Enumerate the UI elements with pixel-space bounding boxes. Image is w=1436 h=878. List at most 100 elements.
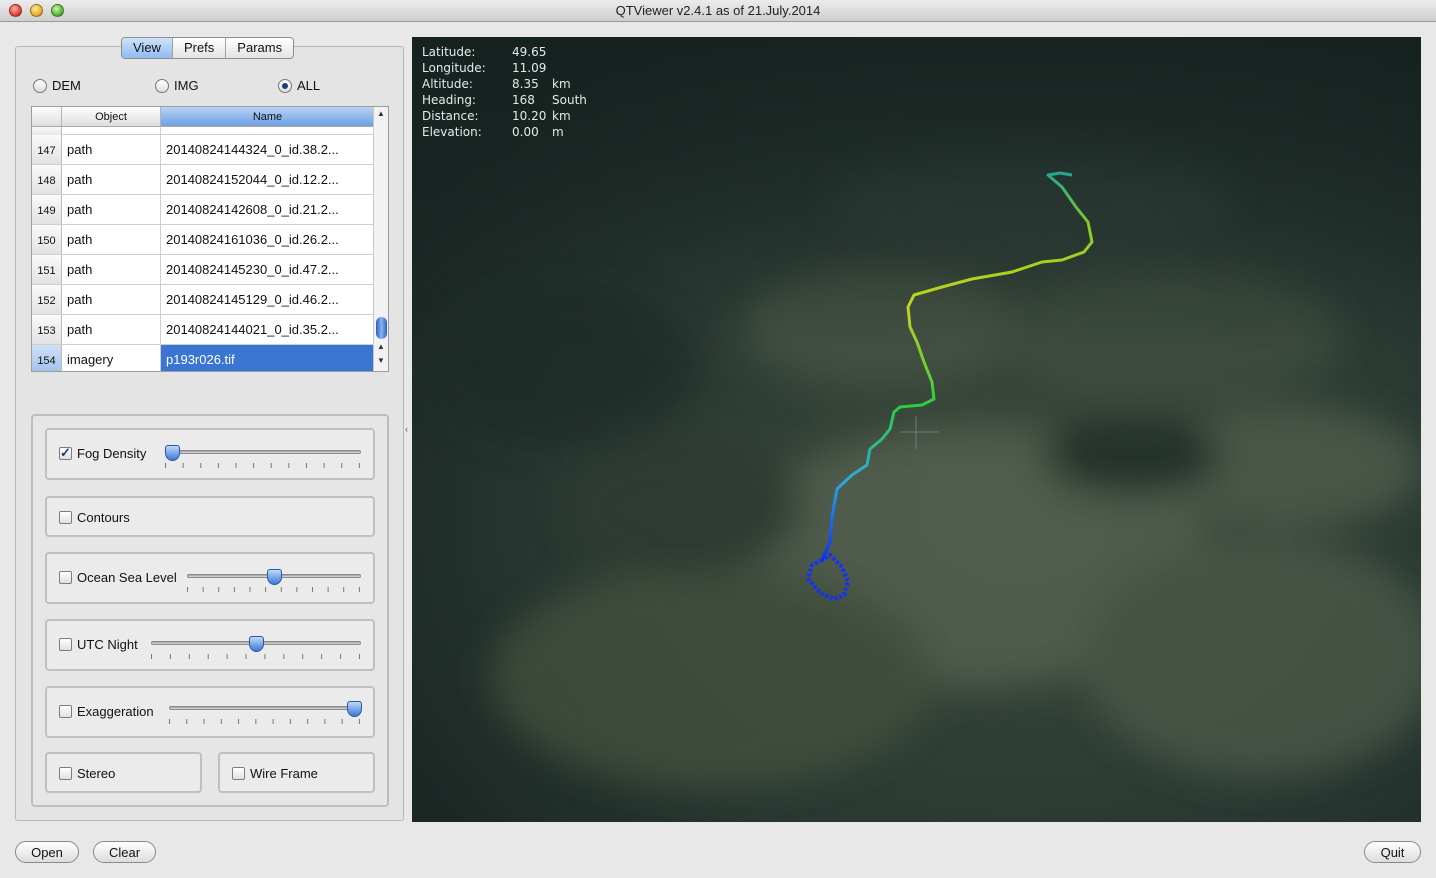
- open-button[interactable]: Open: [15, 841, 79, 863]
- utc-night-check[interactable]: [59, 638, 72, 651]
- radio-all[interactable]: ALL: [278, 78, 320, 93]
- row-number: 152: [32, 285, 62, 314]
- radio-img-label: IMG: [174, 78, 199, 93]
- scroll-up-arrow-icon[interactable]: ▲: [377, 109, 385, 118]
- table-row[interactable]: 150 path 20140824161036_0_id.26.2...: [32, 225, 374, 255]
- row-object: path: [62, 255, 161, 284]
- hud-longitude: Longitude: 11.09: [422, 60, 587, 76]
- row-name: p193r026.tif: [161, 345, 374, 371]
- utc-night-slider-knob[interactable]: [249, 636, 264, 652]
- clear-button[interactable]: Clear: [93, 841, 156, 863]
- header-name[interactable]: Name: [161, 107, 374, 126]
- altitude-label: Altitude:: [422, 77, 473, 91]
- header-row-number: [32, 107, 62, 126]
- fog-density-box: Fog Density: [45, 428, 375, 480]
- row-number: 149: [32, 195, 62, 224]
- fog-density-slider-knob[interactable]: [165, 445, 180, 461]
- radio-dem-button[interactable]: [33, 78, 47, 93]
- utc-night-slider[interactable]: [151, 636, 361, 659]
- row-number: 148: [32, 165, 62, 194]
- exaggeration-box: Exaggeration: [45, 686, 375, 738]
- distance-label: Distance:: [422, 109, 479, 123]
- row-name: 20140824144021_0_id.35.2...: [166, 322, 339, 337]
- ocean-sea-level-checkbox[interactable]: Ocean Sea Level: [59, 570, 177, 585]
- scroll-down-arrow-icon[interactable]: ▼: [377, 356, 385, 365]
- distance-unit: km: [552, 109, 571, 123]
- hud-altitude: Altitude: 8.35 km: [422, 76, 587, 92]
- table-row-selected[interactable]: 154 imagery p193r026.tif: [32, 345, 374, 371]
- contours-checkbox[interactable]: Contours: [59, 510, 130, 525]
- radio-img-button[interactable]: [155, 78, 169, 93]
- table-row[interactable]: 148 path 20140824152044_0_id.12.2...: [32, 165, 374, 195]
- scroll-up-arrow-icon-lower[interactable]: ▲: [377, 342, 385, 351]
- table-scrollbar[interactable]: ▲ ▲ ▼: [373, 107, 388, 371]
- position-readout: Latitude: 49.65 Longitude: 11.09 Altitud…: [422, 44, 587, 140]
- hud-latitude: Latitude: 49.65: [422, 44, 587, 60]
- exaggeration-label: Exaggeration: [77, 704, 154, 719]
- header-object[interactable]: Object: [62, 107, 161, 126]
- distance-value: 10.20: [512, 109, 547, 123]
- heading-label: Heading:: [422, 93, 476, 107]
- ocean-sea-level-check[interactable]: [59, 571, 72, 584]
- splitter-handle-icon[interactable]: ‹: [405, 424, 408, 434]
- longitude-value: 11.09: [512, 61, 547, 75]
- scrollbar-thumb[interactable]: [376, 317, 387, 339]
- row-object: path: [62, 165, 161, 194]
- utc-night-checkbox[interactable]: UTC Night: [59, 637, 138, 652]
- hud-heading: Heading: 168 South: [422, 92, 587, 108]
- exaggeration-slider[interactable]: [169, 701, 362, 724]
- radio-dem[interactable]: DEM: [33, 78, 81, 93]
- stereo-checkbox[interactable]: Stereo: [59, 766, 115, 781]
- render-controls-group: Fog Density Contours Ocean Sea Level UTC…: [31, 414, 389, 807]
- wire-frame-checkbox[interactable]: Wire Frame: [232, 766, 318, 781]
- heading-unit: South: [552, 93, 587, 107]
- exaggeration-slider-knob[interactable]: [347, 701, 362, 717]
- radio-dem-label: DEM: [52, 78, 81, 93]
- row-number: 154: [32, 345, 62, 371]
- row-name: 20140824145230_0_id.47.2...: [166, 262, 339, 277]
- contours-label: Contours: [77, 510, 130, 525]
- table-body: 147 path 20140824144324_0_id.38.2... 148 pa…: [32, 127, 374, 371]
- radio-all-label: ALL: [297, 78, 321, 93]
- ocean-sea-level-box: Ocean Sea Level: [45, 552, 375, 604]
- elevation-unit: m: [552, 125, 564, 139]
- tab-prefs[interactable]: Prefs: [173, 38, 227, 58]
- exaggeration-checkbox[interactable]: Exaggeration: [59, 704, 154, 719]
- tab-params[interactable]: Params: [226, 38, 293, 58]
- row-name: 20140824144324_0_id.38.2...: [166, 142, 339, 157]
- window-title: QTViewer v2.4.1 as of 21.July.2014: [615, 3, 821, 18]
- tab-view[interactable]: View: [122, 38, 173, 58]
- fog-density-checkbox[interactable]: Fog Density: [59, 445, 147, 461]
- latitude-label: Latitude:: [422, 45, 476, 59]
- ocean-sea-level-slider-knob[interactable]: [267, 569, 282, 585]
- row-number: 150: [32, 225, 62, 254]
- fog-density-check[interactable]: [59, 445, 72, 461]
- table-row[interactable]: 147 path 20140824144324_0_id.38.2...: [32, 135, 374, 165]
- exaggeration-check[interactable]: [59, 705, 72, 718]
- wire-frame-check[interactable]: [232, 767, 245, 780]
- table-row[interactable]: 151 path 20140824145230_0_id.47.2...: [32, 255, 374, 285]
- elevation-value: 0.00: [512, 125, 539, 139]
- table-row[interactable]: 149 path 20140824142608_0_id.21.2...: [32, 195, 374, 225]
- elevation-label: Elevation:: [422, 125, 482, 139]
- row-number: 151: [32, 255, 62, 284]
- fog-density-slider[interactable]: [165, 445, 361, 468]
- table-row[interactable]: 152 path 20140824145129_0_id.46.2...: [32, 285, 374, 315]
- radio-img[interactable]: IMG: [155, 78, 199, 93]
- altitude-value: 8.35: [512, 77, 539, 91]
- longitude-label: Longitude:: [422, 61, 486, 75]
- stereo-check[interactable]: [59, 767, 72, 780]
- utc-night-label: UTC Night: [77, 637, 138, 652]
- row-name: 20140824145129_0_id.46.2...: [166, 292, 339, 307]
- terrain-view[interactable]: Latitude: 49.65 Longitude: 11.09 Altitud…: [412, 37, 1421, 822]
- row-number: 153: [32, 315, 62, 344]
- utc-night-box: UTC Night: [45, 619, 375, 671]
- ocean-sea-level-slider[interactable]: [187, 569, 361, 592]
- radio-all-button[interactable]: [278, 78, 292, 93]
- fog-density-label: Fog Density: [77, 446, 147, 461]
- wire-frame-box: Wire Frame: [218, 752, 375, 793]
- row-object: path: [62, 285, 161, 314]
- table-row[interactable]: 153 path 20140824144021_0_id.35.2...: [32, 315, 374, 345]
- contours-check[interactable]: [59, 511, 72, 524]
- quit-button[interactable]: Quit: [1364, 841, 1421, 863]
